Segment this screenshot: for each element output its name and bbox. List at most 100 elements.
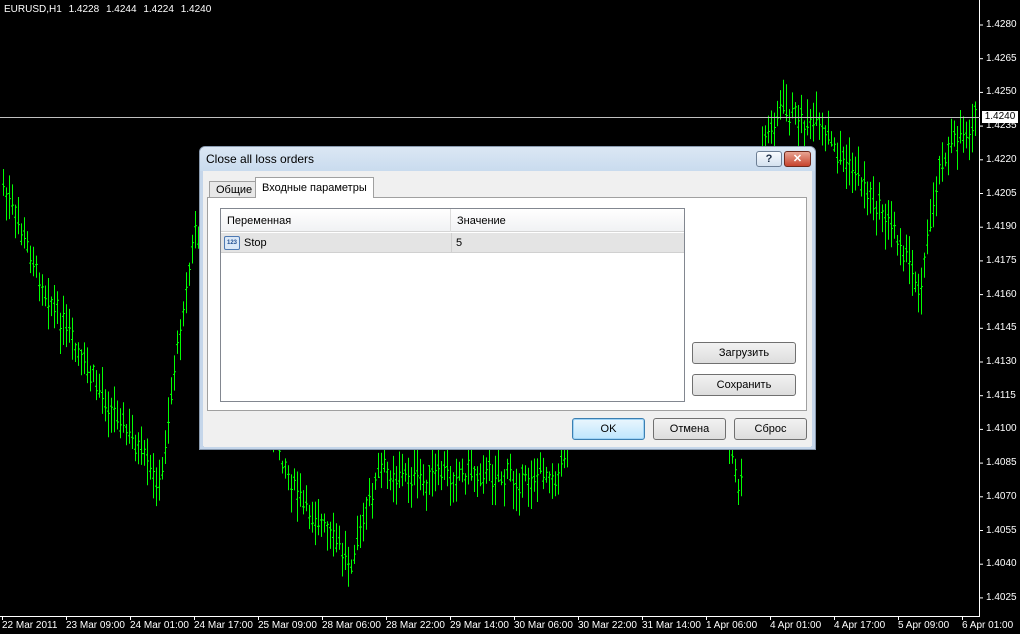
tab-general[interactable]: Общие xyxy=(209,181,260,198)
ohlc-bar xyxy=(437,445,440,486)
save-button[interactable]: Сохранить xyxy=(692,374,796,396)
close-button[interactable]: ✕ xyxy=(784,151,811,167)
ohlc-bar xyxy=(518,473,521,516)
ohlc-bar xyxy=(782,79,785,114)
ohlc-bar xyxy=(422,464,425,496)
ohlc-bar xyxy=(287,465,290,491)
ohlc-bar xyxy=(935,176,938,217)
time-tick-label: 23 Mar 09:00 xyxy=(66,620,125,631)
table-row[interactable]: 123 Stop 5 xyxy=(221,233,684,253)
ohlc-bar xyxy=(14,204,17,239)
ohlc-bar xyxy=(932,182,935,228)
ohlc-low: 1.4224 xyxy=(143,4,174,15)
price-tick-label: 1.4070 xyxy=(986,490,1017,502)
ohlc-bar xyxy=(314,501,317,546)
ohlc-bar xyxy=(800,94,803,134)
ohlc-bar xyxy=(500,471,503,486)
ohlc-bar xyxy=(770,110,773,144)
ohlc-bar xyxy=(326,521,329,551)
ohlc-bar xyxy=(134,434,137,462)
value-cell[interactable]: 5 xyxy=(456,233,462,253)
price-tick-label: 1.4085 xyxy=(986,457,1017,469)
column-header-value[interactable]: Значение xyxy=(451,209,684,232)
ohlc-bar xyxy=(32,246,35,277)
time-tick-label: 4 Apr 17:00 xyxy=(834,620,886,631)
ohlc-bar xyxy=(959,110,962,144)
ohlc-bar xyxy=(140,426,143,465)
ohlc-bar xyxy=(401,453,404,487)
price-tick-label: 1.4025 xyxy=(986,591,1017,603)
ohlc-bar xyxy=(794,102,797,125)
ohlc-bar xyxy=(911,250,914,296)
ohlc-bar xyxy=(473,466,476,492)
ohlc-bar xyxy=(128,408,131,444)
ohlc-bar xyxy=(899,228,902,266)
ohlc-bar xyxy=(170,377,173,405)
ohlc-bar xyxy=(443,451,446,480)
price-tick-label: 1.4220 xyxy=(986,153,1017,165)
ohlc-bar xyxy=(29,245,32,274)
ohlc-bar xyxy=(479,463,482,487)
ohlc-bar xyxy=(845,144,848,189)
ohlc-bar xyxy=(179,319,182,361)
ohlc-bar xyxy=(65,304,68,348)
ohlc-bar xyxy=(89,365,92,392)
ohlc-bar xyxy=(854,156,857,191)
ohlc-bar xyxy=(830,131,833,147)
ohlc-bar xyxy=(884,203,887,250)
reset-button[interactable]: Сброс xyxy=(734,418,807,440)
ohlc-bar xyxy=(359,514,362,548)
ohlc-bar xyxy=(776,100,779,127)
help-button[interactable]: ? xyxy=(756,151,782,167)
ohlc-bar xyxy=(554,471,557,497)
grid-header: Переменная Значение xyxy=(221,209,684,232)
ohlc-bar xyxy=(149,454,152,480)
time-tick-label: 24 Mar 01:00 xyxy=(130,620,189,631)
ohlc-bar xyxy=(455,458,458,502)
ohlc-bar xyxy=(395,466,398,505)
ohlc-bar xyxy=(296,471,299,522)
time-tick-label: 28 Mar 06:00 xyxy=(322,620,381,631)
tab-inputs[interactable]: Входные параметры xyxy=(255,177,374,198)
ohlc-bar xyxy=(527,467,530,507)
ohlc-bar xyxy=(23,217,26,249)
ohlc-bar xyxy=(839,130,842,165)
ohlc-bar xyxy=(773,112,776,149)
ohlc-bar xyxy=(290,474,293,513)
ohlc-bar xyxy=(434,453,437,492)
ohlc-bar xyxy=(866,181,869,216)
ohlc-bar xyxy=(833,137,836,152)
ohlc-bar xyxy=(20,223,23,246)
price-tick-label: 1.4175 xyxy=(986,254,1017,266)
ohlc-bar xyxy=(53,285,56,329)
ohlc-bar xyxy=(98,373,101,398)
ohlc-bar xyxy=(503,469,506,507)
ohlc-bar xyxy=(182,301,185,327)
ohlc-bar xyxy=(398,451,401,488)
ohlc-bar xyxy=(176,330,179,354)
ok-button[interactable]: OK xyxy=(572,418,645,440)
ohlc-bar xyxy=(104,389,107,422)
ohlc-bar xyxy=(449,466,452,506)
load-button[interactable]: Загрузить xyxy=(692,342,796,364)
parameters-grid[interactable]: Переменная Значение 123 Stop 5 xyxy=(220,208,685,402)
cancel-button[interactable]: Отмена xyxy=(653,418,726,440)
column-header-variable[interactable]: Переменная xyxy=(221,209,451,232)
ohlc-bar xyxy=(137,432,140,465)
ohlc-bar xyxy=(476,466,479,497)
ohlc-bar xyxy=(164,430,167,464)
dialog-title-bar[interactable]: Close all loss orders ? ✕ xyxy=(200,147,815,171)
ohlc-bar xyxy=(107,391,110,438)
ohlc-bar xyxy=(941,142,944,182)
ohlc-bar xyxy=(923,252,926,278)
ohlc-bar xyxy=(143,440,146,466)
ohlc-bar xyxy=(962,116,965,153)
ohlc-bar xyxy=(458,461,461,481)
ohlc-bar xyxy=(965,121,968,149)
ohlc-bar xyxy=(878,182,881,220)
ohlc-bar xyxy=(320,513,323,537)
ohlc-bar xyxy=(281,460,284,474)
ohlc-bar xyxy=(371,483,374,519)
ohlc-bar xyxy=(863,161,866,209)
price-tick-label: 1.4280 xyxy=(986,19,1017,30)
